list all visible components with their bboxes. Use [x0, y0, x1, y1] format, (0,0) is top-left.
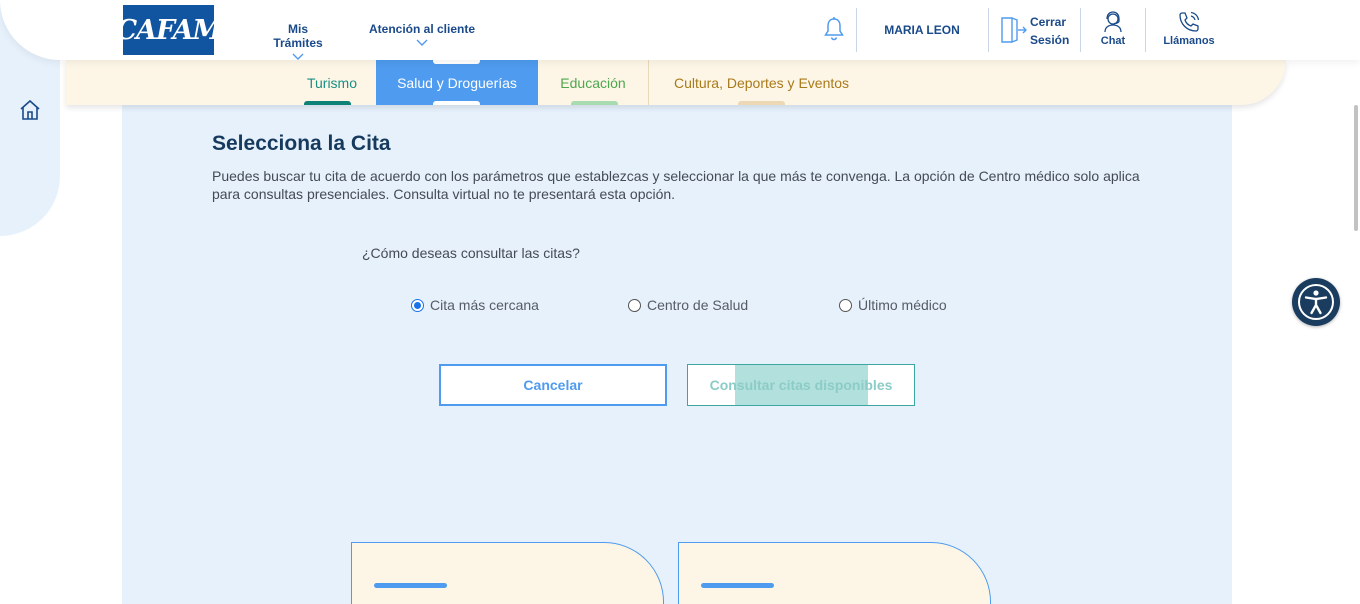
user-name[interactable]: MARIA LEON [876, 23, 968, 37]
radio-ultimo-medico[interactable]: Último médico [839, 297, 947, 313]
bell-icon[interactable] [822, 16, 846, 42]
tab-educacion[interactable]: Educación [538, 60, 649, 105]
cancel-button[interactable]: Cancelar [439, 364, 667, 406]
page: CAFAM Mis Trámites Atención al cliente M… [0, 0, 1360, 604]
tab-cultura-label: Cultura, Deportes y Eventos [673, 74, 850, 91]
chevron-down-icon [292, 53, 304, 60]
radio-button[interactable] [628, 298, 641, 312]
radio-button[interactable] [839, 298, 852, 312]
consultar-citas-label: Consultar citas disponibles [709, 377, 893, 393]
header-divider [988, 8, 989, 52]
nav-mis-tramites[interactable]: Mis Trámites [262, 22, 334, 61]
logout-button[interactable]: Cerrar Sesión [1030, 13, 1072, 49]
chat-label[interactable]: Chat [1093, 35, 1133, 47]
card-accent-line [374, 583, 447, 588]
logout-label-line1: Cerrar [1030, 15, 1067, 29]
top-header: CAFAM Mis Trámites Atención al cliente M… [0, 0, 1360, 60]
page-scrollbar[interactable] [1354, 105, 1358, 231]
tab-salud-label: Salud y Droguerías [397, 74, 517, 91]
page-description: Puedes buscar tu cita de acuerdo con los… [212, 168, 1140, 202]
tab-salud-droguerias[interactable]: Salud y Droguerías [376, 60, 538, 105]
header-divider [1145, 8, 1146, 52]
tab-indicator [433, 101, 480, 105]
nav-mis-tramites-label: Mis Trámites [273, 22, 323, 50]
radio-label: Centro de Salud [647, 297, 749, 313]
home-icon[interactable] [18, 98, 42, 122]
radio-label: Último médico [858, 297, 947, 313]
category-tabs: Turismo Salud y Droguerías Educación Cul… [66, 60, 1286, 105]
tab-turismo[interactable]: Turismo [288, 60, 376, 105]
radio-cita-mas-cercana[interactable]: Cita más cercana [411, 297, 539, 313]
page-title: Selecciona la Cita [212, 132, 391, 155]
result-card[interactable] [678, 542, 991, 604]
consultar-citas-button[interactable]: Consultar citas disponibles [687, 364, 915, 406]
phone-icon[interactable] [1176, 9, 1202, 35]
search-mode-question: ¿Cómo deseas consultar las citas? [362, 245, 580, 261]
call-label[interactable]: Llámanos [1160, 35, 1218, 47]
accessibility-icon [1298, 284, 1334, 320]
cafam-logo[interactable]: CAFAM [116, 5, 222, 55]
tab-indicator [433, 60, 480, 64]
header-divider [856, 8, 857, 52]
tab-indicator [304, 101, 351, 105]
logout-label-line2: Sesión [1030, 33, 1070, 47]
nav-atencion-cliente-label: Atención al cliente [368, 22, 476, 36]
tab-turismo-label: Turismo [306, 74, 358, 91]
nav-atencion-cliente[interactable]: Atención al cliente [368, 22, 476, 47]
result-card[interactable] [351, 542, 664, 604]
radio-centro-de-salud[interactable]: Centro de Salud [628, 297, 748, 313]
accessibility-button[interactable] [1292, 278, 1340, 326]
tab-indicator [571, 101, 618, 105]
header-divider [1080, 8, 1081, 52]
radio-button[interactable] [411, 298, 424, 312]
logout-icon[interactable] [998, 15, 1028, 45]
card-accent-line [701, 583, 774, 588]
tab-cultura-deportes-eventos[interactable]: Cultura, Deportes y Eventos [649, 60, 874, 105]
chevron-down-icon [416, 39, 428, 46]
chat-agent-icon[interactable] [1101, 10, 1125, 34]
tab-educacion-label: Educación [560, 74, 626, 91]
tab-indicator [738, 101, 785, 105]
radio-label: Cita más cercana [430, 297, 539, 313]
